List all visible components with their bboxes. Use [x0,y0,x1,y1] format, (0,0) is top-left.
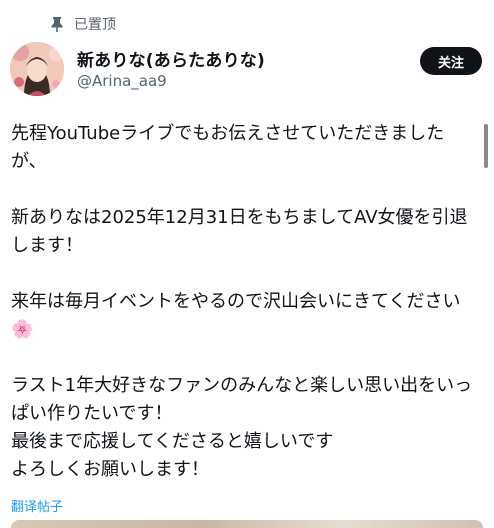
user-handle[interactable]: @Arina_aa9 [77,72,167,90]
pinned-label: 已置顶 [74,17,116,33]
pin-icon [50,16,64,32]
avatar[interactable] [10,42,64,96]
follow-button[interactable]: 关注 [420,47,482,75]
user-display-name[interactable]: 新ありな(あらたありな) [77,46,265,71]
translate-post-link[interactable]: 翻译帖子 [11,496,63,515]
tweet-header: 新ありな(あらたありな) @Arina_aa9 关注 [10,42,482,98]
tweet-text: 先程YouTubeライブでもお伝えさせていただきましたが、 新ありなは2025年… [11,123,473,480]
pinned-indicator: 已置顶 [50,14,116,34]
attached-media[interactable] [11,520,483,528]
scrollbar[interactable] [484,124,488,168]
